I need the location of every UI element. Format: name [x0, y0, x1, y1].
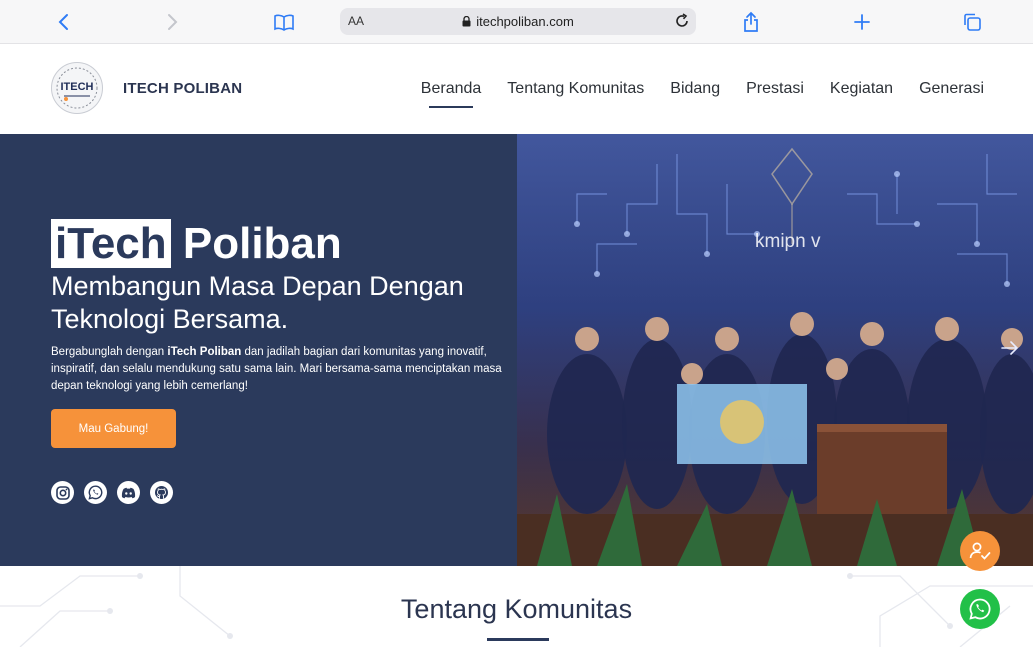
reload-icon[interactable] — [672, 11, 692, 31]
itech-logo[interactable]: ITECH — [51, 62, 103, 114]
nav-generasi[interactable]: Generasi — [919, 80, 984, 98]
hero-subtitle: Membangun Masa Depan Dengan Teknologi Be… — [51, 271, 464, 334]
url-field[interactable]: itechpoliban.com — [340, 14, 696, 30]
hero-title-rest: Poliban — [170, 219, 342, 268]
about-section: Tentang Komunitas — [0, 566, 1033, 647]
chevron-left-icon[interactable] — [49, 8, 77, 36]
hero-title-highlight: iTech — [51, 219, 171, 268]
nav-kegiatan[interactable]: Kegiatan — [830, 80, 893, 98]
desc-bold: iTech Poliban — [167, 346, 242, 358]
book-icon[interactable] — [270, 8, 298, 36]
url-text: itechpoliban.com — [476, 14, 574, 29]
section-underline — [487, 638, 549, 641]
photo-caption: kmipn v — [755, 231, 821, 252]
tabs-icon[interactable] — [958, 8, 986, 36]
hero-photo: kmipn v — [517, 134, 1033, 566]
nav-bidang[interactable]: Bidang — [670, 80, 720, 98]
hero-title: iTech Poliban — [51, 218, 342, 270]
plus-icon[interactable] — [848, 8, 876, 36]
github-icon[interactable] — [150, 481, 173, 504]
address-bar[interactable]: AA itechpoliban.com — [340, 8, 696, 35]
lock-icon — [462, 15, 471, 30]
join-button[interactable]: Mau Gabung! — [51, 409, 176, 448]
whatsapp-icon[interactable] — [84, 481, 107, 504]
discord-icon[interactable] — [117, 481, 140, 504]
hero-description: Bergabunglah dengan iTech Poliban dan ja… — [51, 344, 511, 395]
arrow-right-icon[interactable] — [999, 337, 1021, 359]
hero-content: iTech Poliban Membangun Masa Depan Denga… — [0, 134, 517, 566]
share-icon[interactable] — [737, 8, 765, 36]
register-user-icon[interactable] — [960, 531, 1000, 571]
brand-name[interactable]: ITECH POLIBAN — [123, 80, 242, 97]
desc-part-1: Bergabunglah dengan — [51, 346, 168, 358]
whatsapp-chat-icon[interactable] — [960, 589, 1000, 629]
instagram-icon[interactable] — [51, 481, 74, 504]
main-nav: Beranda Tentang Komunitas Bidang Prestas… — [421, 80, 984, 108]
nav-prestasi[interactable]: Prestasi — [746, 80, 804, 98]
group-photo-illustration: kmipn v — [517, 134, 1033, 566]
hero-section: iTech Poliban Membangun Masa Depan Denga… — [0, 134, 1033, 566]
social-links — [51, 481, 173, 504]
nav-beranda[interactable]: Beranda — [421, 80, 481, 108]
nav-tentang-komunitas[interactable]: Tentang Komunitas — [507, 80, 644, 98]
site-header: ITECH ITECH POLIBAN Beranda Tentang Komu… — [0, 44, 1033, 134]
section-title: Tentang Komunitas — [400, 594, 633, 624]
browser-toolbar: AA itechpoliban.com — [0, 0, 1033, 44]
logo-text: ITECH — [60, 81, 94, 93]
chevron-right-icon[interactable] — [159, 8, 187, 36]
